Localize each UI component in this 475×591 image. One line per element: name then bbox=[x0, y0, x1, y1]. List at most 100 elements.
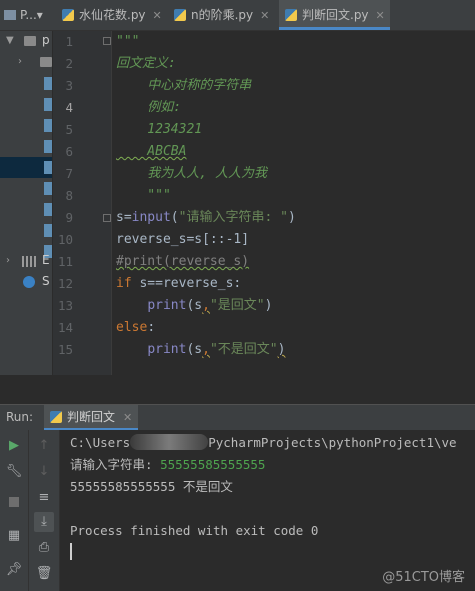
code-line-6: ABCBA bbox=[116, 141, 186, 163]
code-token: if bbox=[116, 276, 132, 291]
python-file-icon bbox=[44, 182, 52, 195]
code-token: = bbox=[123, 210, 132, 225]
run-tab-palindrome[interactable]: 判断回文 ✕ bbox=[44, 405, 139, 430]
tree-item-file[interactable] bbox=[0, 94, 52, 115]
arrow-up-icon[interactable]: ↑ bbox=[34, 436, 54, 456]
close-icon[interactable]: ✕ bbox=[376, 9, 385, 22]
code-line-9: s=input("请输入字符串: ") bbox=[116, 207, 296, 229]
console-path-suffix: PycharmProjects\pythonProject1\ve bbox=[208, 435, 457, 450]
code-line-5: 1234321 bbox=[116, 122, 203, 137]
gutter-separator bbox=[111, 31, 112, 375]
python-file-icon bbox=[44, 119, 52, 132]
close-icon[interactable]: ✕ bbox=[260, 9, 269, 22]
run-label: Run: bbox=[6, 410, 34, 424]
tree-item-file[interactable] bbox=[0, 199, 52, 220]
code-token: ) bbox=[287, 210, 296, 225]
line-number: 12 bbox=[57, 276, 73, 291]
console-line-output: 55555585555555 不是回文 bbox=[70, 479, 233, 494]
line-number: 14 bbox=[57, 320, 73, 335]
chevron-down-icon: ▼ bbox=[6, 35, 14, 46]
code-token: reverse_s bbox=[116, 232, 187, 247]
arrow-down-icon[interactable]: ↓ bbox=[34, 462, 54, 482]
wrench-icon[interactable]: 🔧︎ bbox=[4, 462, 24, 482]
code-line-15: print(s,"不是回文") bbox=[116, 339, 285, 361]
line-number: 3 bbox=[65, 78, 73, 93]
python-file-icon bbox=[174, 9, 186, 21]
library-icon bbox=[22, 256, 36, 267]
code-token: "是回文" bbox=[209, 298, 265, 313]
code-line-11: #print(reverse_s) bbox=[116, 251, 249, 273]
scratches-icon bbox=[23, 276, 35, 288]
soft-wrap-icon[interactable]: ≡ bbox=[34, 488, 54, 508]
run-toolbar-primary: ▶ 🔧︎ ▦ 📌︎ bbox=[0, 430, 29, 591]
line-number: 11 bbox=[57, 254, 73, 269]
tree-item-file[interactable] bbox=[0, 178, 52, 199]
tree-item-file[interactable] bbox=[0, 73, 52, 94]
console-line-path: C:\Users PycharmProjects\pythonProject1\v… bbox=[70, 432, 457, 454]
tree-item-external-libraries[interactable]: › E bbox=[0, 251, 52, 272]
code-editor[interactable]: 1 2 3 4 5 6 7 8 9 10 11 12 13 14 15 """ 回文定义: 中心对称的字符串… bbox=[53, 31, 475, 375]
tree-item-file[interactable] bbox=[0, 136, 52, 157]
run-tab-label: 判断回文 bbox=[67, 410, 116, 424]
folder-icon bbox=[4, 10, 16, 20]
code-token: input bbox=[131, 210, 171, 225]
console-user-input: 55555585555555 bbox=[160, 457, 266, 472]
python-file-icon bbox=[44, 161, 52, 174]
line-number: 7 bbox=[65, 166, 73, 181]
tab-label: 判断回文.py bbox=[302, 8, 369, 22]
rerun-icon[interactable]: ▶ bbox=[4, 436, 24, 456]
python-file-icon bbox=[44, 77, 52, 90]
scroll-to-end-icon[interactable]: ⤓ bbox=[34, 512, 54, 532]
trash-icon[interactable]: 🗑︎ bbox=[34, 564, 54, 584]
layout-icon[interactable]: ▦ bbox=[4, 526, 24, 546]
close-icon[interactable]: ✕ bbox=[153, 9, 162, 22]
line-number: 8 bbox=[65, 188, 73, 203]
close-icon[interactable]: ✕ bbox=[123, 411, 132, 424]
print-icon[interactable]: ⎙ bbox=[34, 538, 54, 558]
code-line-8: """ bbox=[116, 188, 171, 203]
code-token: print bbox=[147, 298, 187, 313]
chevron-right-icon: › bbox=[18, 56, 22, 67]
line-number: 5 bbox=[65, 122, 73, 137]
project-tool-window-button[interactable]: P...▾ bbox=[4, 0, 52, 30]
line-number: 4 bbox=[65, 100, 73, 115]
editor-tab-bar: P...▾ 水仙花数.py ✕ n的阶乘.py ✕ 判断回文.py ✕ bbox=[0, 0, 475, 31]
pin-icon[interactable]: 📌︎ bbox=[4, 560, 24, 580]
console-line-exit: Process finished with exit code 0 bbox=[70, 523, 319, 538]
line-number: 2 bbox=[65, 56, 73, 71]
tree-item-file[interactable] bbox=[0, 220, 52, 241]
code-token: ( bbox=[170, 210, 179, 225]
editor-bottom bbox=[53, 375, 475, 387]
tab-palindrome[interactable]: 判断回文.py ✕ bbox=[279, 0, 390, 30]
text-cursor bbox=[70, 543, 72, 560]
python-file-icon bbox=[50, 411, 62, 423]
python-file-icon bbox=[44, 140, 52, 153]
tree-item-file-selected[interactable] bbox=[0, 157, 52, 178]
tree-item-scratches[interactable]: S bbox=[0, 272, 52, 293]
tree-item-folder[interactable]: › bbox=[0, 52, 52, 73]
run-panel-header: Run: 判断回文 ✕ bbox=[0, 405, 475, 430]
tree-item-label: S bbox=[42, 274, 50, 288]
code-token: (s bbox=[186, 298, 203, 313]
stop-icon[interactable] bbox=[4, 494, 24, 514]
code-token: s bbox=[116, 210, 124, 225]
code-line-13: print(s,"是回文") bbox=[116, 295, 272, 317]
line-number: 10 bbox=[57, 232, 73, 247]
fold-icon[interactable] bbox=[103, 214, 111, 222]
redacted-blur bbox=[130, 434, 209, 450]
console-line-prompt: 请输入字符串: 55555585555555 bbox=[70, 454, 265, 476]
code-token: , bbox=[202, 342, 210, 357]
tree-item-file[interactable] bbox=[0, 115, 52, 136]
python-file-icon bbox=[62, 9, 74, 21]
project-label: P...▾ bbox=[20, 8, 43, 22]
code-token: s[::-1] bbox=[194, 232, 250, 247]
code-line-4: 例如: bbox=[116, 100, 182, 115]
tab-label: n的阶乘.py bbox=[191, 8, 254, 22]
tree-item-label: E bbox=[42, 253, 50, 267]
fold-icon[interactable] bbox=[103, 37, 111, 45]
tree-item-project-root[interactable]: ▼ p bbox=[0, 31, 52, 52]
python-file-icon bbox=[44, 203, 52, 216]
project-tree: ▼ p › › E S bbox=[0, 31, 52, 375]
tab-n-factorial[interactable]: n的阶乘.py ✕ bbox=[168, 0, 277, 30]
tab-shuixianhua[interactable]: 水仙花数.py ✕ bbox=[56, 0, 170, 30]
